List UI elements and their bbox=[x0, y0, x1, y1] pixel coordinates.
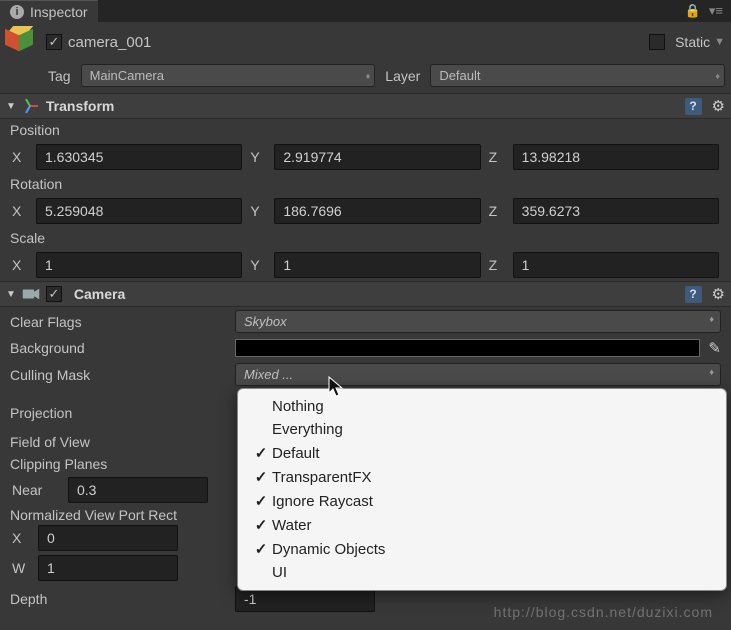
culling-mask-option[interactable]: UI bbox=[238, 561, 726, 584]
nvpr-x-label: X bbox=[12, 530, 28, 546]
scale-z-field[interactable]: 1 bbox=[513, 252, 719, 278]
position-x-field[interactable]: 1.630345 bbox=[36, 144, 242, 170]
watermark-text: http://blog.csdn.net/duzixi.com bbox=[494, 604, 713, 620]
clipping-planes-label: Clipping Planes bbox=[10, 456, 235, 472]
culling-mask-option-label: TransparentFX bbox=[272, 469, 372, 486]
culling-mask-option-label: Dynamic Objects bbox=[272, 541, 385, 558]
scale-label: Scale bbox=[0, 227, 731, 249]
layer-label: Layer bbox=[385, 68, 420, 84]
culling-mask-option-label: Ignore Raycast bbox=[272, 493, 373, 510]
foldout-icon[interactable]: ▼ bbox=[6, 289, 16, 300]
tag-label: Tag bbox=[48, 68, 71, 84]
check-icon: ✓ bbox=[250, 444, 272, 462]
gear-icon[interactable]: ⚙ bbox=[712, 285, 725, 303]
info-icon: i bbox=[10, 5, 24, 19]
axis-x-label: X bbox=[12, 203, 28, 219]
projection-label: Projection bbox=[10, 405, 235, 421]
check-icon: ✓ bbox=[250, 516, 272, 534]
camera-title: Camera bbox=[74, 286, 125, 302]
position-label: Position bbox=[0, 119, 731, 141]
gear-icon[interactable]: ⚙ bbox=[712, 97, 725, 115]
nvpr-w-label: W bbox=[12, 560, 28, 576]
check-icon: ✓ bbox=[250, 468, 272, 486]
culling-mask-option[interactable]: ✓Default bbox=[238, 441, 726, 465]
static-dropdown-icon[interactable]: ▼ bbox=[714, 36, 725, 48]
scale-x-field[interactable]: 1 bbox=[36, 252, 242, 278]
static-checkbox[interactable] bbox=[649, 34, 665, 50]
inspector-tab[interactable]: i Inspector bbox=[0, 0, 98, 22]
tab-bar-gap bbox=[98, 0, 685, 22]
axis-z-label: Z bbox=[489, 149, 505, 165]
axis-y-label: Y bbox=[250, 257, 266, 273]
dropdown-arrows-icon: ♦ bbox=[715, 71, 718, 81]
nvpr-w-field[interactable]: 1 bbox=[38, 555, 178, 581]
help-icon[interactable]: ? bbox=[685, 286, 702, 303]
gameobject-enabled-checkbox[interactable]: ✓ bbox=[46, 34, 62, 50]
culling-mask-option-label: Everything bbox=[272, 421, 343, 438]
depth-label: Depth bbox=[10, 591, 235, 607]
culling-mask-dropdown[interactable]: Mixed ... ♦ bbox=[235, 363, 721, 386]
nvpr-x-field[interactable]: 0 bbox=[38, 525, 178, 551]
near-field[interactable]: 0.3 bbox=[68, 477, 208, 503]
axis-y-label: Y bbox=[250, 203, 266, 219]
dropdown-arrows-icon: ♦ bbox=[709, 367, 714, 377]
culling-mask-label: Culling Mask bbox=[10, 367, 235, 383]
culling-mask-option[interactable]: Everything bbox=[238, 418, 726, 441]
rotation-x-field[interactable]: 5.259048 bbox=[36, 198, 242, 224]
culling-mask-popup: NothingEverything✓Default✓TransparentFX✓… bbox=[237, 388, 727, 591]
eyedropper-icon[interactable]: ✎ bbox=[708, 339, 721, 357]
culling-mask-option[interactable]: ✓Water bbox=[238, 513, 726, 537]
culling-mask-option-label: Water bbox=[272, 517, 311, 534]
near-label: Near bbox=[12, 482, 58, 498]
axis-y-label: Y bbox=[250, 149, 266, 165]
axis-z-label: Z bbox=[489, 257, 505, 273]
lock-icon[interactable]: 🔒 bbox=[685, 3, 701, 19]
rotation-y-field[interactable]: 186.7696 bbox=[274, 198, 480, 224]
culling-mask-option[interactable]: ✓TransparentFX bbox=[238, 465, 726, 489]
axis-x-label: X bbox=[12, 257, 28, 273]
clear-flags-dropdown[interactable]: Skybox ♦ bbox=[235, 310, 721, 333]
check-icon: ✓ bbox=[250, 492, 272, 510]
clear-flags-label: Clear Flags bbox=[10, 314, 235, 330]
transform-title: Transform bbox=[46, 98, 114, 114]
gameobject-name-field[interactable]: camera_001 bbox=[68, 34, 649, 51]
dropdown-arrows-icon: ♦ bbox=[366, 71, 369, 81]
culling-mask-option[interactable]: Nothing bbox=[238, 395, 726, 418]
inspector-tab-label: Inspector bbox=[30, 4, 88, 20]
camera-enabled-checkbox[interactable]: ✓ bbox=[46, 286, 62, 302]
tag-dropdown[interactable]: MainCamera ♦ bbox=[81, 64, 376, 87]
transform-axes-icon bbox=[22, 97, 40, 115]
gameobject-cube-icon bbox=[6, 26, 38, 58]
culling-mask-option-label: Default bbox=[272, 445, 320, 462]
culling-mask-option-label: Nothing bbox=[272, 398, 324, 415]
scale-y-field[interactable]: 1 bbox=[274, 252, 480, 278]
help-icon[interactable]: ? bbox=[685, 98, 702, 115]
clear-flags-value: Skybox bbox=[244, 314, 287, 329]
rotation-label: Rotation bbox=[0, 173, 731, 195]
culling-mask-option[interactable]: ✓Ignore Raycast bbox=[238, 489, 726, 513]
layer-value: Default bbox=[439, 68, 480, 83]
check-icon: ✓ bbox=[250, 540, 272, 558]
dropdown-arrows-icon: ♦ bbox=[709, 314, 714, 324]
layer-dropdown[interactable]: Default ♦ bbox=[430, 64, 725, 87]
tag-value: MainCamera bbox=[90, 68, 164, 83]
axis-z-label: Z bbox=[489, 203, 505, 219]
position-y-field[interactable]: 2.919774 bbox=[274, 144, 480, 170]
culling-mask-option[interactable]: ✓Dynamic Objects bbox=[238, 537, 726, 561]
tab-menu-icon[interactable]: ▾≡ bbox=[709, 3, 723, 19]
culling-mask-option-label: UI bbox=[272, 564, 287, 581]
foldout-icon[interactable]: ▼ bbox=[6, 101, 16, 112]
culling-mask-value: Mixed ... bbox=[244, 367, 293, 382]
camera-icon bbox=[22, 285, 40, 303]
axis-x-label: X bbox=[12, 149, 28, 165]
position-z-field[interactable]: 13.98218 bbox=[513, 144, 719, 170]
background-label: Background bbox=[10, 340, 235, 356]
static-label: Static bbox=[675, 34, 710, 50]
rotation-z-field[interactable]: 359.6273 bbox=[513, 198, 719, 224]
background-color-field[interactable] bbox=[235, 339, 700, 357]
field-of-view-label: Field of View bbox=[10, 434, 235, 450]
